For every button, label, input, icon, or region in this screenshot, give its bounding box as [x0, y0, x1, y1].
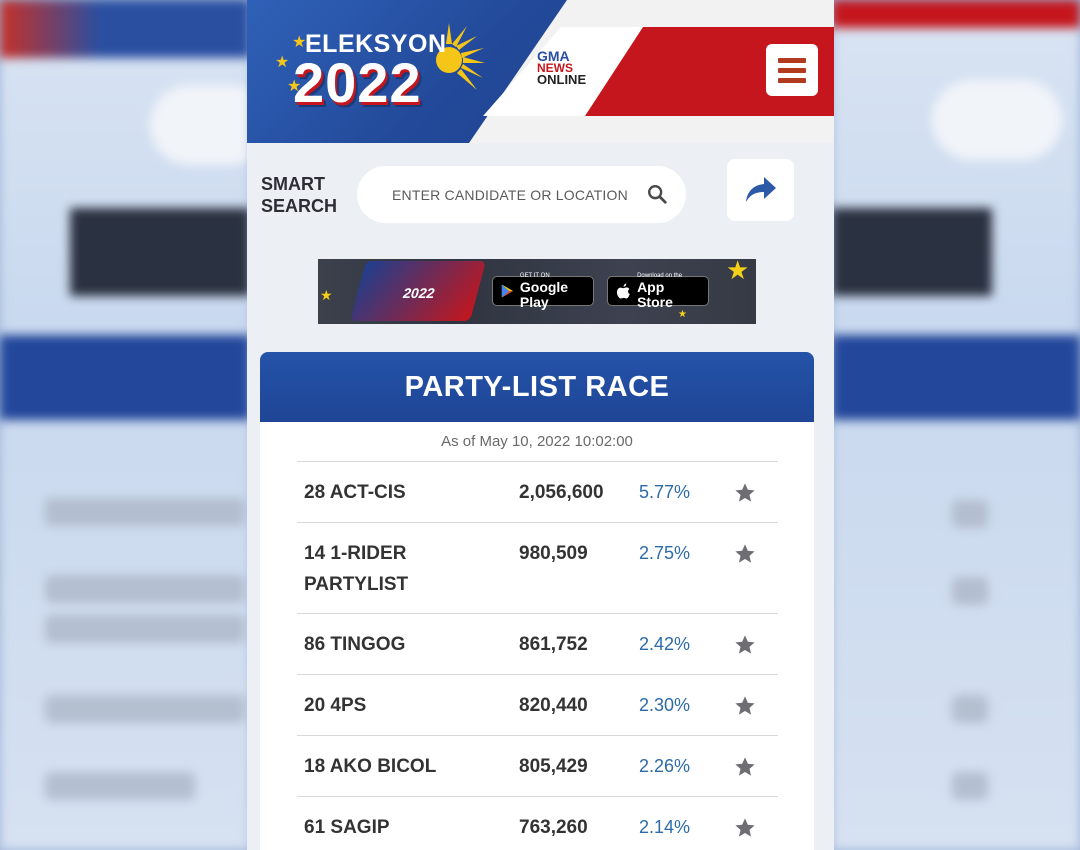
background-blur-left	[0, 0, 250, 850]
star-icon: ★	[726, 259, 750, 285]
party-name: 14 1-RIDER PARTYLIST	[304, 543, 409, 595]
star-icon: ★	[275, 54, 290, 71]
site-header: ★ ★ ★ ELEKSYON 2022 GMA NEWS ONLINE	[247, 0, 834, 143]
app-download-banner[interactable]: 2022 ★ ★ ★ GET IT ON Google Play Downloa…	[318, 259, 756, 324]
party-name: 28 ACT-CIS	[304, 482, 406, 503]
app-store-text: App Store	[637, 278, 673, 310]
star-icon: ★	[678, 309, 687, 320]
card-header: PARTY-LIST RACE	[260, 352, 814, 422]
search-field[interactable]	[357, 166, 686, 223]
vote-count: 2,056,600	[519, 482, 604, 503]
smart-search-text: SMART SEARCH	[261, 174, 338, 216]
logo-year: 2022	[293, 51, 422, 114]
share-button[interactable]	[727, 159, 794, 221]
star-icon[interactable]	[734, 543, 756, 565]
party-name: 61 SAGIP	[304, 817, 390, 838]
vote-percentage: 2.26%	[639, 756, 691, 776]
party-name: 86 TINGOG	[304, 634, 406, 655]
background-blur-right	[832, 0, 1080, 850]
gma-news-logo[interactable]: GMA NEWS ONLINE	[537, 49, 607, 87]
brand-line3: ONLINE	[537, 72, 587, 87]
table-row[interactable]: 20 4PS 820,440 2.30%	[297, 675, 778, 736]
hamburger-menu-icon	[778, 57, 806, 63]
table-row[interactable]: 86 TINGOG 861,752 2.42%	[297, 614, 778, 675]
card-title: PARTY-LIST RACE	[404, 370, 670, 403]
vote-count: 763,260	[519, 817, 588, 838]
party-name: 20 4PS	[304, 695, 367, 716]
table-row[interactable]: 61 SAGIP 763,260 2.14%	[297, 797, 778, 850]
menu-button[interactable]	[766, 44, 818, 96]
vote-percentage: 2.14%	[639, 817, 691, 837]
phone-screen: ★ ★ ★ ELEKSYON 2022 GMA NEWS ONLINE SMAR…	[247, 0, 834, 850]
smart-search-label: SMART SEARCH	[261, 173, 341, 217]
search-icon[interactable]	[646, 183, 668, 205]
hamburger-bar	[778, 77, 806, 83]
star-icon[interactable]	[734, 634, 756, 656]
vote-count: 861,752	[519, 634, 588, 655]
star-icon[interactable]	[734, 756, 756, 778]
results-table: 28 ACT-CIS 2,056,600 5.77% 14 1-RIDER PA…	[297, 461, 778, 850]
star-icon[interactable]	[734, 695, 756, 717]
table-row[interactable]: 18 AKO BICOL 805,429 2.26%	[297, 736, 778, 797]
table-row[interactable]: 28 ACT-CIS 2,056,600 5.77%	[297, 462, 778, 523]
app-store-button[interactable]: Download on the App Store	[607, 273, 709, 309]
vote-percentage: 2.30%	[639, 695, 691, 715]
star-icon: ★	[320, 287, 333, 303]
share-arrow-icon	[745, 177, 776, 202]
google-play-icon	[501, 284, 514, 298]
vote-percentage: 2.75%	[639, 543, 691, 563]
apple-icon	[616, 283, 630, 299]
hamburger-bar	[778, 67, 806, 73]
party-name: 18 AKO BICOL	[304, 756, 437, 777]
vote-percentage: 5.77%	[639, 482, 691, 502]
google-play-text: Google Play	[519, 278, 569, 310]
party-list-race-card: PARTY-LIST RACE As of May 10, 2022 10:02…	[260, 352, 814, 850]
vote-percentage: 2.42%	[639, 634, 691, 654]
as-of-timestamp: As of May 10, 2022 10:02:00	[441, 433, 633, 450]
phone-logo-text: 2022	[401, 285, 437, 301]
star-icon[interactable]	[734, 482, 756, 504]
google-play-button[interactable]: GET IT ON Google Play	[492, 273, 594, 309]
star-icon[interactable]	[734, 817, 756, 839]
vote-count: 980,509	[519, 543, 588, 564]
vote-count: 820,440	[519, 695, 588, 716]
vote-count: 805,429	[519, 756, 588, 777]
app-phone-image: 2022	[349, 261, 487, 321]
table-row[interactable]: 14 1-RIDER PARTYLIST 980,509 2.75%	[297, 523, 778, 614]
search-input[interactable]	[392, 186, 637, 203]
